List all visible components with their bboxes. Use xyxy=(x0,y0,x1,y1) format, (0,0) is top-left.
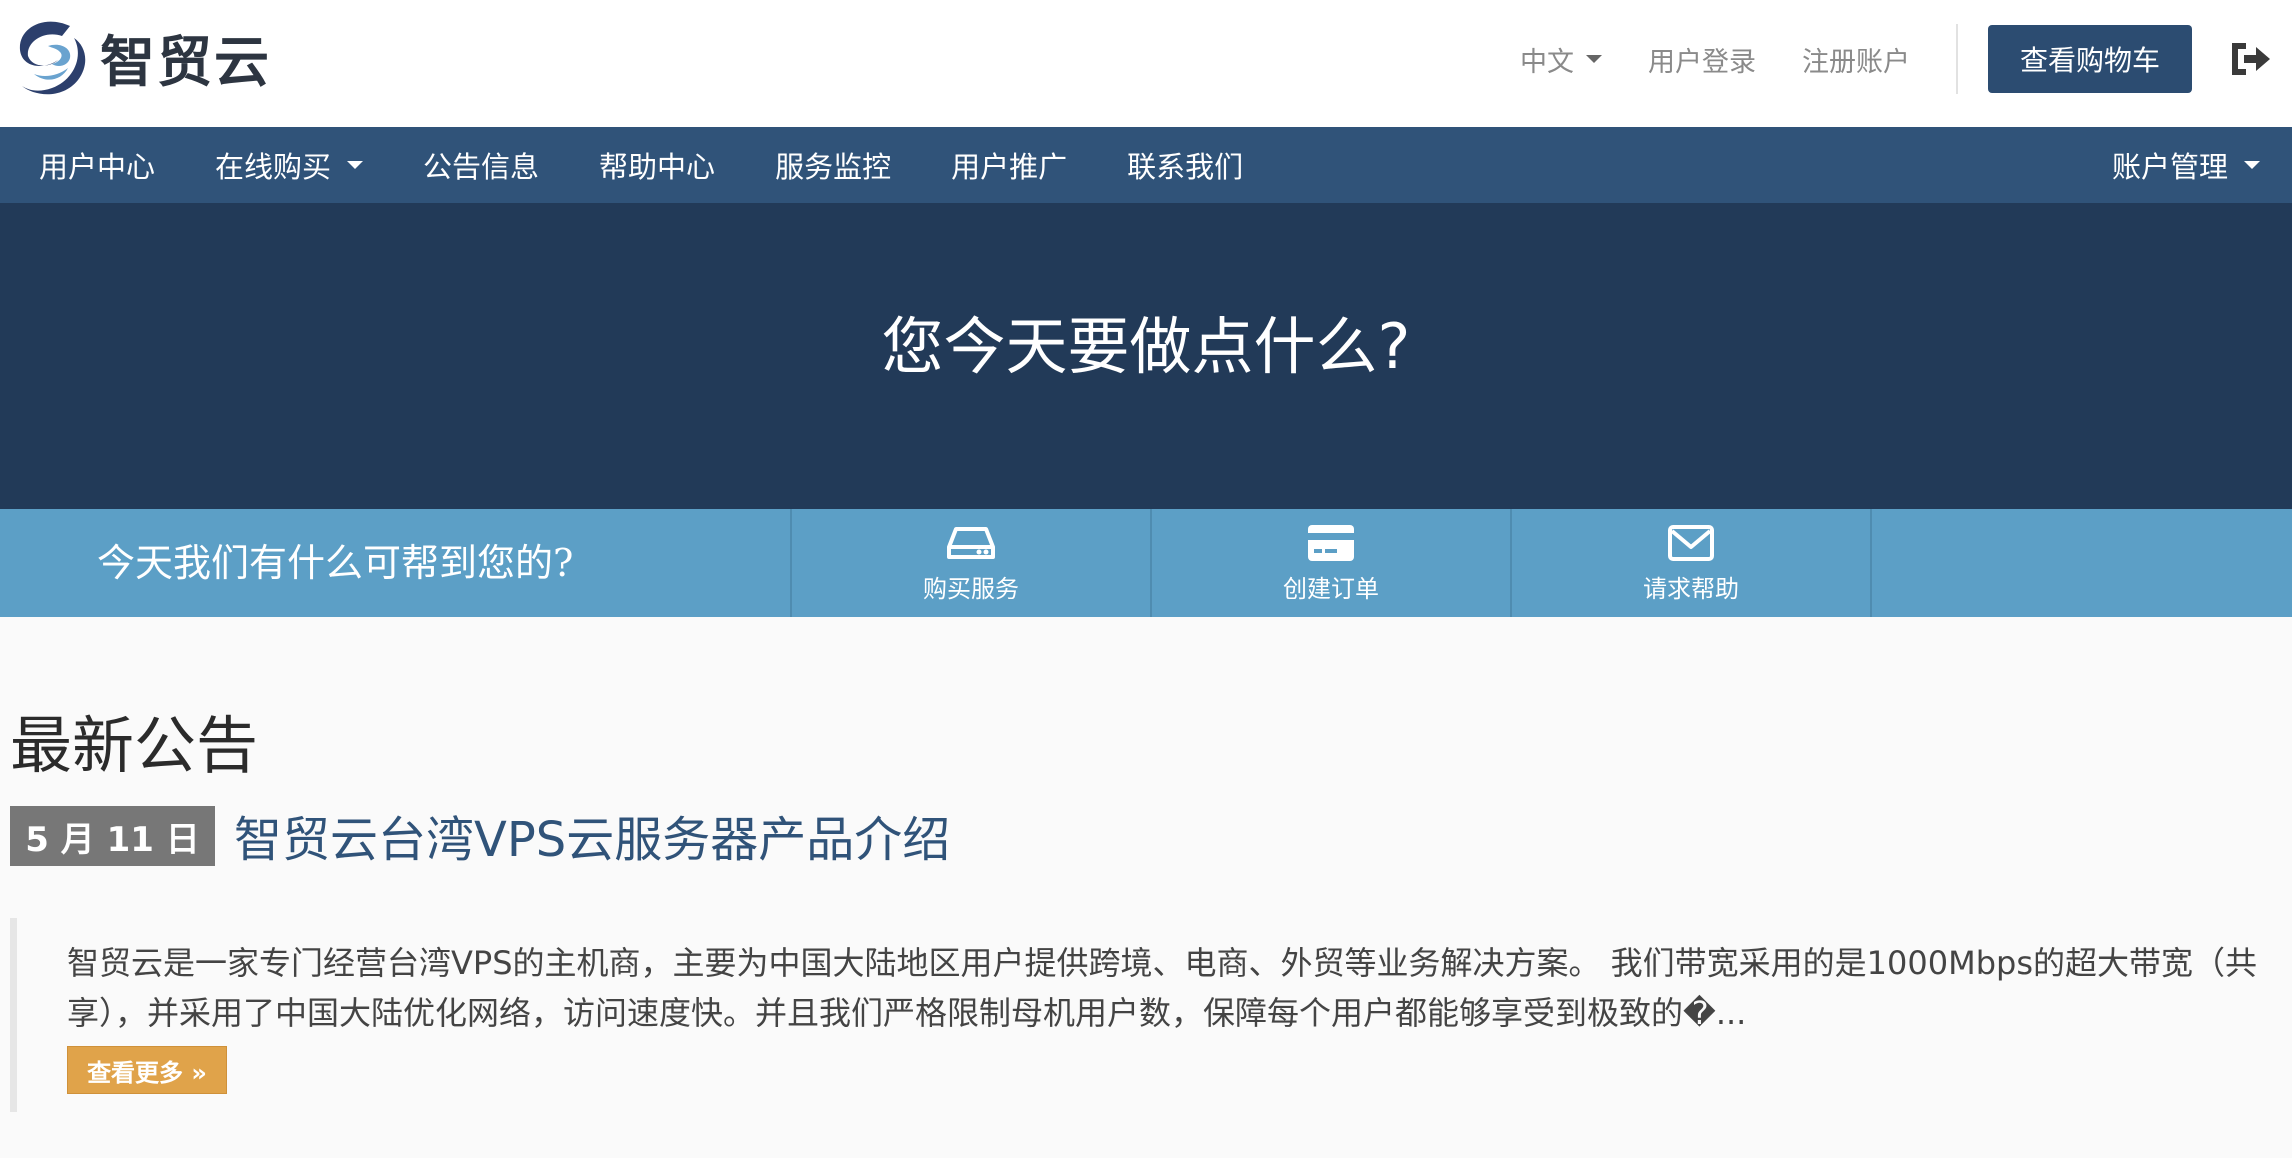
nav-help-center[interactable]: 帮助中心 xyxy=(599,144,715,186)
request-help-action[interactable]: 请求帮助 xyxy=(1510,509,1870,617)
announcements-heading: 最新公告 xyxy=(10,709,259,782)
announcement-excerpt: 智贸云是一家专门经营台湾VPS的主机商，主要为中国大陆地区用户提供跨境、电商、外… xyxy=(10,918,2282,1112)
header-divider xyxy=(1956,24,1958,94)
buy-service-label: 购买服务 xyxy=(923,574,1019,603)
chevron-down-icon xyxy=(1586,55,1602,63)
view-cart-button[interactable]: 查看购物车 xyxy=(1988,25,2192,93)
help-bar-empty-cell xyxy=(1870,509,2292,617)
nav-announcements[interactable]: 公告信息 xyxy=(423,144,539,186)
nav-buy-online-label: 在线购买 xyxy=(215,150,332,184)
nav-account-label: 账户管理 xyxy=(2111,150,2228,184)
announcement-date-badge: 5 月 11 日 xyxy=(10,806,215,866)
nav-affiliate[interactable]: 用户推广 xyxy=(951,144,1067,186)
chevron-down-icon xyxy=(2244,161,2260,169)
help-bar: 今天我们有什么可帮到您的? 购买服务 创建订单 请求帮助 xyxy=(0,509,2292,617)
nav-service-monitor[interactable]: 服务监控 xyxy=(775,144,891,186)
help-bar-text: 今天我们有什么可帮到您的? xyxy=(97,541,574,585)
hero-title: 您今天要做点什么? xyxy=(881,310,1411,383)
nav-user-center[interactable]: 用户中心 xyxy=(39,144,155,186)
announcement-body: 智贸云是一家专门经营台湾VPS的主机商，主要为中国大陆地区用户提供跨境、电商、外… xyxy=(67,944,2258,1032)
logo-text: 智贸云 xyxy=(100,30,272,94)
read-more-button[interactable]: 查看更多 » xyxy=(67,1046,227,1094)
nav-contact[interactable]: 联系我们 xyxy=(1127,144,1243,186)
top-header: 智贸云 中文 用户登录 注册账户 查看购物车 xyxy=(0,0,2292,127)
create-order-label: 创建订单 xyxy=(1283,574,1379,603)
register-link[interactable]: 注册账户 xyxy=(1802,40,1910,79)
site-logo[interactable]: 智贸云 xyxy=(14,16,271,98)
create-order-action[interactable]: 创建订单 xyxy=(1150,509,1510,617)
login-link[interactable]: 用户登录 xyxy=(1648,40,1756,79)
main-navigation: 用户中心 在线购买 公告信息 帮助中心 服务监控 用户推广 联系我们 账户管理 xyxy=(0,127,2292,203)
envelope-icon xyxy=(1668,524,1714,561)
announcement-title-link[interactable]: 智贸云台湾VPS云服务器产品介绍 xyxy=(234,800,950,870)
nav-account-menu[interactable]: 账户管理 xyxy=(2112,127,2260,203)
language-label: 中文 xyxy=(1520,46,1574,78)
nav-buy-online[interactable]: 在线购买 xyxy=(215,144,364,186)
swirl-logo-icon xyxy=(19,21,86,95)
request-help-label: 请求帮助 xyxy=(1643,574,1739,603)
language-selector[interactable]: 中文 xyxy=(1520,40,1602,79)
server-icon xyxy=(947,526,995,559)
chevron-down-icon xyxy=(347,161,364,169)
hero-banner: 您今天要做点什么? xyxy=(0,203,2292,509)
credit-card-icon xyxy=(1308,524,1354,561)
header-links: 中文 用户登录 注册账户 查看购物车 xyxy=(1520,0,2292,118)
buy-service-action[interactable]: 购买服务 xyxy=(790,509,1150,617)
logout-icon[interactable] xyxy=(2228,39,2272,79)
